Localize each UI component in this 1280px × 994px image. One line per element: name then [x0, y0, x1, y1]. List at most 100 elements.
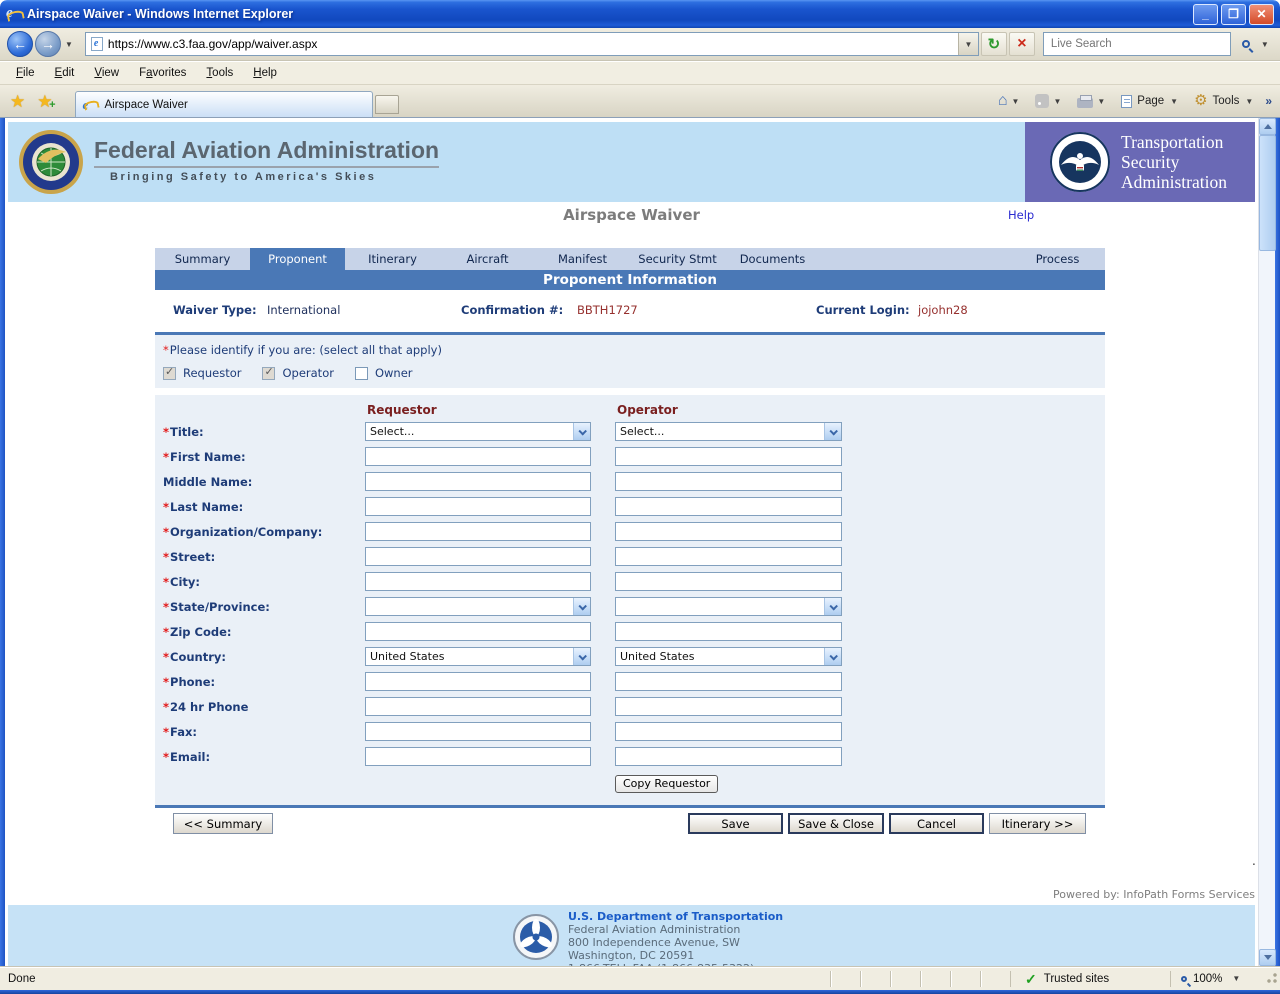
history-dropdown-icon[interactable]: ▼	[65, 40, 73, 49]
zip-code-requestor-input[interactable]	[365, 622, 591, 641]
vertical-scrollbar[interactable]	[1258, 118, 1276, 966]
save-button[interactable]: Save	[688, 813, 783, 834]
home-dropdown-icon[interactable]: ▼	[1012, 97, 1020, 106]
search-button[interactable]	[1235, 32, 1257, 56]
field-cell-requestor	[365, 472, 591, 491]
field-label-title: *Title:	[155, 425, 365, 439]
help-link[interactable]: Help	[1008, 208, 1034, 222]
city-operator-input[interactable]	[615, 572, 842, 591]
last-name-requestor-input[interactable]	[365, 497, 591, 516]
minimize-button[interactable]: _	[1193, 3, 1218, 25]
copy-requestor-button[interactable]: Copy Requestor	[615, 775, 719, 793]
page-dropdown-icon[interactable]: ▼	[1170, 97, 1178, 106]
search-options-icon[interactable]: ▼	[1261, 40, 1269, 49]
tab-proponent[interactable]: Proponent	[250, 248, 345, 270]
email-operator-input[interactable]	[615, 747, 842, 766]
forward-button[interactable]: →	[35, 31, 61, 57]
last-name-operator-input[interactable]	[615, 497, 842, 516]
scroll-up-button[interactable]	[1259, 118, 1276, 135]
tools-gear-icon[interactable]: ⚙	[1194, 93, 1207, 108]
favorites-center-icon[interactable]: ★	[10, 92, 25, 112]
street-requestor-input[interactable]	[365, 547, 591, 566]
footer-line-street: 800 Independence Avenue, SW	[568, 936, 740, 949]
menu-item-tools[interactable]: Tools	[196, 64, 243, 82]
phone-operator-input[interactable]	[615, 672, 842, 691]
checkbox-group-operator[interactable]: ✓ Operator	[262, 365, 334, 380]
menu-item-favorites[interactable]: Favorites	[129, 64, 196, 82]
scroll-down-button[interactable]	[1259, 949, 1276, 966]
scrollbar-thumb[interactable]	[1259, 135, 1276, 251]
tab-summary[interactable]: Summary	[155, 248, 250, 270]
fax-requestor-input[interactable]	[365, 722, 591, 741]
dot-logo	[513, 914, 559, 960]
state-province-operator-select[interactable]	[615, 597, 842, 616]
menu-item-view[interactable]: View	[84, 64, 129, 82]
street-operator-input[interactable]	[615, 547, 842, 566]
print-icon[interactable]	[1077, 94, 1094, 108]
save-close-button[interactable]: Save & Close	[788, 813, 884, 834]
tools-dropdown-icon[interactable]: ▼	[1245, 97, 1253, 106]
tab-aircraft[interactable]: Aircraft	[440, 248, 535, 270]
menu-item-edit[interactable]: Edit	[45, 64, 85, 82]
select-value	[616, 598, 824, 615]
resize-grip[interactable]	[1264, 971, 1278, 986]
menu-item-help[interactable]: Help	[243, 64, 287, 82]
phone-requestor-input[interactable]	[365, 672, 591, 691]
browser-tab[interactable]: e Airspace Waiver	[74, 91, 373, 117]
tools-menu-label[interactable]: Tools	[1213, 95, 1240, 107]
address-input[interactable]	[107, 37, 958, 51]
toolbar-overflow-icon[interactable]: »	[1265, 94, 1272, 108]
state-province-requestor-select[interactable]	[365, 597, 591, 616]
cancel-button[interactable]: Cancel	[889, 813, 984, 834]
email-requestor-input[interactable]	[365, 747, 591, 766]
24-hr-phone-operator-input[interactable]	[615, 697, 842, 716]
country-requestor-select[interactable]: United States	[365, 647, 591, 666]
middle-name-operator-input[interactable]	[615, 472, 842, 491]
middle-name-requestor-input[interactable]	[365, 472, 591, 491]
refresh-button[interactable]: ↻	[980, 32, 1007, 56]
first-name-operator-input[interactable]	[615, 447, 842, 466]
tab-security-stmt[interactable]: Security Stmt	[630, 248, 725, 270]
itinerary-button[interactable]: Itinerary >>	[989, 813, 1086, 834]
organization-company-operator-input[interactable]	[615, 522, 842, 541]
city-requestor-input[interactable]	[365, 572, 591, 591]
print-dropdown-icon[interactable]: ▼	[1097, 97, 1105, 106]
organization-company-requestor-input[interactable]	[365, 522, 591, 541]
checkbox-group-owner[interactable]: Owner	[354, 366, 413, 380]
footer-address: U.S. Department of Transportation Federa…	[568, 910, 783, 966]
search-input[interactable]	[1043, 38, 1230, 50]
field-label-text: Email:	[170, 749, 211, 764]
form-row-street: *Street:	[155, 544, 1105, 569]
footer-dot-link[interactable]: U.S. Department of Transportation	[568, 910, 783, 923]
back-button[interactable]: ←	[7, 31, 33, 57]
stop-button[interactable]: ×	[1008, 32, 1035, 56]
summary-button[interactable]: << Summary	[173, 813, 273, 834]
home-icon[interactable]: ⌂	[998, 92, 1008, 110]
page-menu-icon[interactable]	[1121, 94, 1133, 108]
field-label-middle-name: Middle Name:	[155, 475, 365, 489]
checkbox-owner[interactable]	[354, 366, 368, 380]
zip-code-operator-input[interactable]	[615, 622, 842, 641]
close-button[interactable]: ✕	[1249, 3, 1274, 25]
feeds-icon[interactable]	[1035, 94, 1050, 108]
tab-process[interactable]: Process	[1010, 248, 1105, 270]
first-name-requestor-input[interactable]	[365, 447, 591, 466]
zoom-panel[interactable]: 100% ▼	[1170, 970, 1260, 987]
24-hr-phone-requestor-input[interactable]	[365, 697, 591, 716]
tab-documents[interactable]: Documents	[725, 248, 820, 270]
new-tab-button[interactable]	[374, 94, 399, 114]
field-cell-operator	[615, 672, 842, 691]
menu-item-file[interactable]: File	[6, 64, 45, 82]
title-operator-select[interactable]: Select...	[615, 422, 842, 441]
tab-manifest[interactable]: Manifest	[535, 248, 630, 270]
zoom-dropdown-icon[interactable]: ▼	[1232, 974, 1240, 983]
title-requestor-select[interactable]: Select...	[365, 422, 591, 441]
country-operator-select[interactable]: United States	[615, 647, 842, 666]
address-dropdown-icon[interactable]: ▼	[957, 33, 978, 55]
add-favorite-icon[interactable]: ★	[37, 92, 56, 112]
tab-itinerary[interactable]: Itinerary	[345, 248, 440, 270]
restore-button[interactable]: ❐	[1221, 3, 1246, 25]
page-menu-label[interactable]: Page	[1137, 95, 1164, 107]
checkbox-group-requestor[interactable]: ✓ Requestor	[163, 365, 241, 380]
fax-operator-input[interactable]	[615, 722, 842, 741]
